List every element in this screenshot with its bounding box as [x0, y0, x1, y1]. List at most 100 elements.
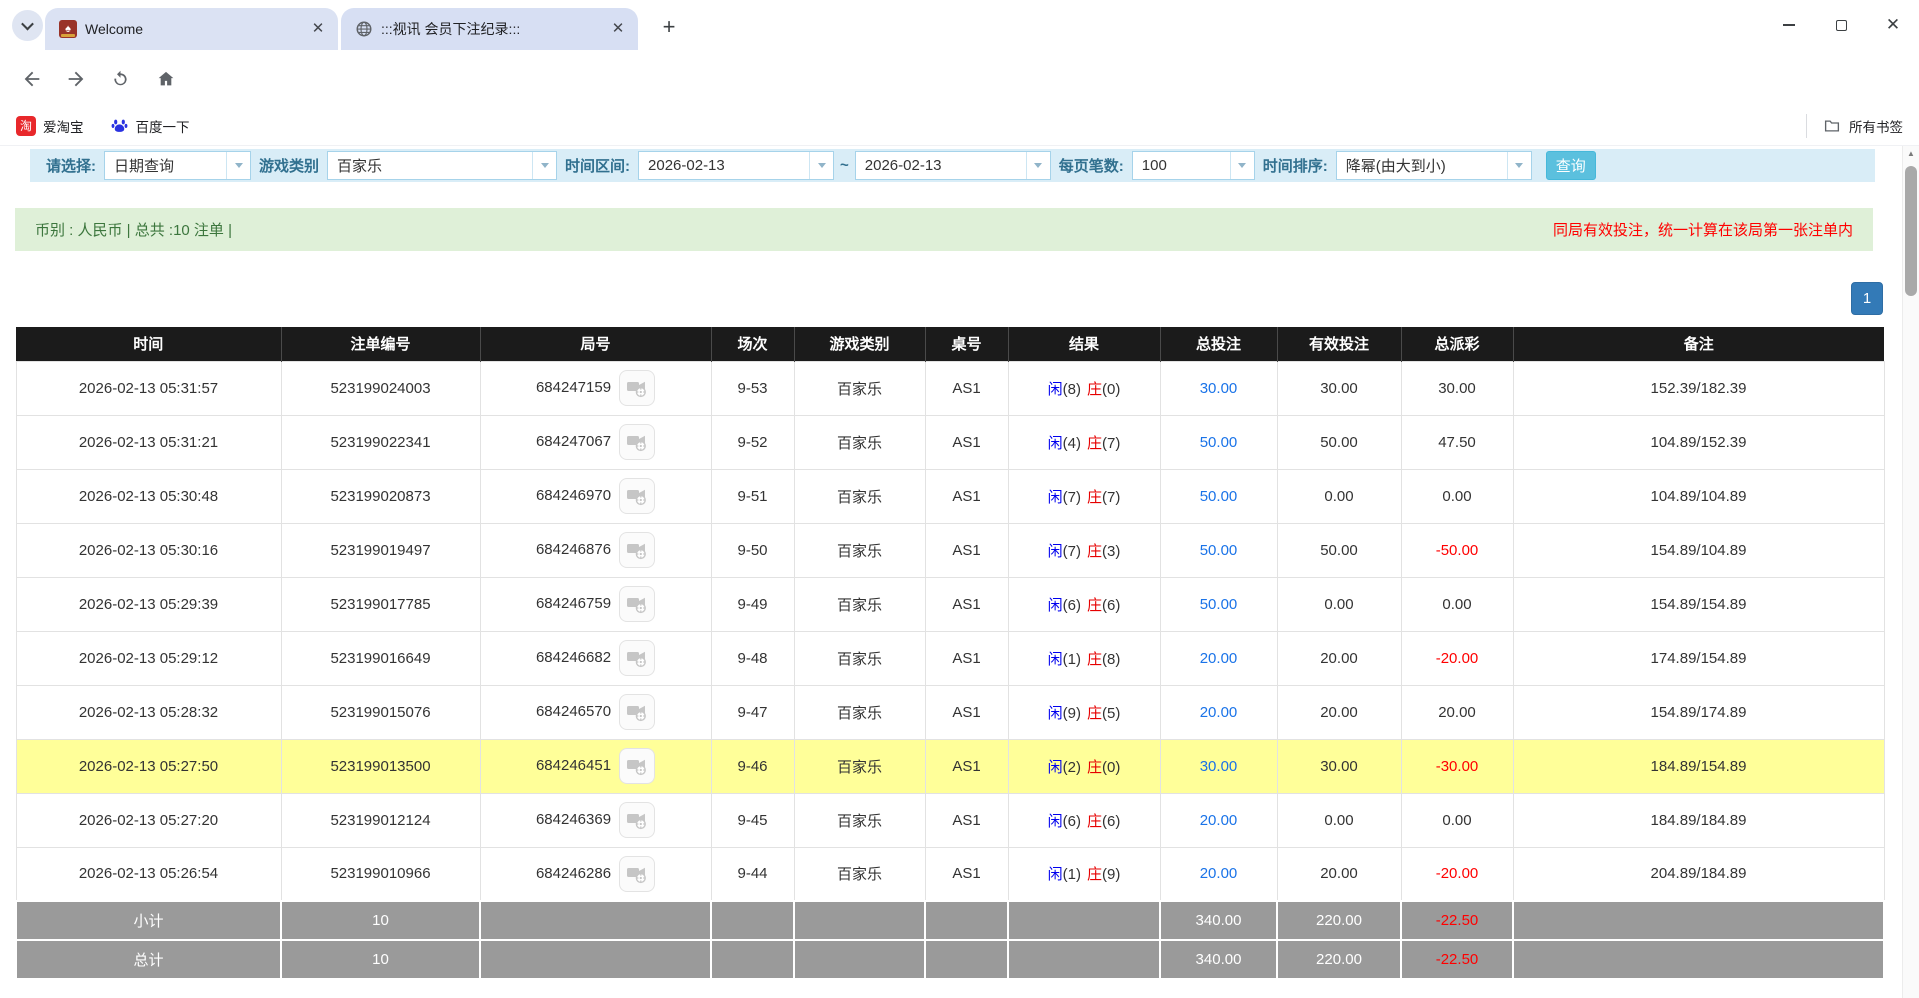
note-cell: 154.89/154.89	[1513, 577, 1884, 631]
total-bet-link[interactable]: 50.00	[1200, 596, 1238, 613]
header-note: 备注	[1513, 327, 1884, 361]
bookmark-baidu[interactable]: 百度一下	[110, 116, 190, 136]
time-cell: 2026-02-13 05:26:54	[16, 847, 281, 901]
subtotal-count: 10	[281, 901, 480, 940]
tab-close-icon[interactable]: ✕	[308, 19, 328, 39]
query-type-select[interactable]: 日期查询	[104, 151, 251, 180]
banker-result-label: 庄	[1087, 651, 1102, 668]
total-bet-link[interactable]: 20.00	[1200, 812, 1238, 829]
query-type-value: 日期查询	[105, 155, 226, 176]
video-replay-button[interactable]	[619, 802, 655, 838]
payout-cell: 47.50	[1401, 415, 1513, 469]
all-bookmarks-label: 所有书签	[1849, 116, 1903, 136]
total-bet-link[interactable]: 30.00	[1200, 758, 1238, 775]
scroll-up-icon[interactable]: ▲	[1903, 149, 1919, 158]
video-replay-button[interactable]	[619, 370, 655, 406]
payout-cell: 0.00	[1401, 577, 1513, 631]
player-result-value: (4)	[1063, 435, 1081, 452]
player-result-label: 闲	[1048, 651, 1063, 668]
video-camera-icon	[625, 376, 649, 400]
total-bet-cell: 50.00	[1160, 577, 1277, 631]
banker-result-label: 庄	[1087, 813, 1102, 830]
note-cell: 184.89/184.89	[1513, 793, 1884, 847]
close-button[interactable]: ✕	[1867, 0, 1919, 50]
video-replay-button[interactable]	[619, 748, 655, 784]
page-1-button[interactable]: 1	[1851, 282, 1883, 315]
total-bet-link[interactable]: 50.00	[1200, 434, 1238, 451]
round-id-value: 684247159	[536, 379, 611, 396]
maximize-button[interactable]	[1815, 0, 1867, 50]
session-cell: 9-46	[711, 739, 794, 793]
tab-search-button[interactable]	[12, 10, 43, 41]
bet-id-cell: 523199024003	[281, 361, 480, 415]
sort-label: 时间排序:	[1263, 155, 1328, 176]
table-row: 2026-02-13 05:30:16 523199019497 6842468…	[16, 523, 1884, 577]
banker-result-value: (9)	[1102, 866, 1120, 883]
result-cell: 闲(7)庄(7)	[1008, 469, 1160, 523]
page-size-select[interactable]: 100	[1132, 151, 1255, 180]
bookmark-aitaobao[interactable]: 淘 爱淘宝	[16, 116, 84, 136]
bet-id-cell: 523199019497	[281, 523, 480, 577]
scrollbar-thumb[interactable]	[1905, 166, 1917, 296]
video-replay-button[interactable]	[619, 478, 655, 514]
player-result-label: 闲	[1048, 597, 1063, 614]
round-id-cell: 684247159	[480, 361, 711, 415]
tab-welcome[interactable]: ♠ Welcome ✕	[45, 8, 338, 50]
result-cell: 闲(6)庄(6)	[1008, 793, 1160, 847]
minimize-button[interactable]	[1763, 0, 1815, 50]
tab-close-icon[interactable]: ✕	[608, 19, 628, 39]
date-from-select[interactable]: 2026-02-13	[638, 151, 834, 180]
payout-cell: 20.00	[1401, 685, 1513, 739]
time-cell: 2026-02-13 05:27:50	[16, 739, 281, 793]
bet-id-cell: 523199015076	[281, 685, 480, 739]
total-bet-link[interactable]: 50.00	[1200, 542, 1238, 559]
bet-id-cell: 523199013500	[281, 739, 480, 793]
filter-bar: 请选择: 日期查询 游戏类别 百家乐 时间区间: 2026-02-13 ~ 20…	[30, 149, 1875, 182]
video-replay-button[interactable]	[619, 532, 655, 568]
page-content: 请选择: 日期查询 游戏类别 百家乐 时间区间: 2026-02-13 ~ 20…	[0, 146, 1919, 998]
valid-bet-notice: 同局有效投注，统一计算在该局第一张注单内	[1553, 219, 1853, 240]
banker-result-label: 庄	[1087, 489, 1102, 506]
vertical-scrollbar[interactable]: ▲	[1902, 146, 1919, 998]
back-button[interactable]	[16, 63, 48, 95]
reload-button[interactable]	[104, 63, 136, 95]
game-type-select[interactable]: 百家乐	[327, 151, 557, 180]
payout-cell: 0.00	[1401, 469, 1513, 523]
baidu-paw-icon	[110, 116, 129, 135]
video-replay-button[interactable]	[619, 586, 655, 622]
query-button[interactable]: 查询	[1546, 151, 1596, 180]
time-cell: 2026-02-13 05:28:32	[16, 685, 281, 739]
player-result-value: (8)	[1063, 381, 1081, 398]
table-row: 2026-02-13 05:29:39 523199017785 6842467…	[16, 577, 1884, 631]
video-replay-button[interactable]	[619, 424, 655, 460]
result-cell: 闲(2)庄(0)	[1008, 739, 1160, 793]
tab-betrecord[interactable]: :::视讯 会员下注纪录::: ✕	[341, 8, 638, 50]
page-size-value: 100	[1133, 157, 1230, 174]
sort-select[interactable]: 降幂(由大到小)	[1336, 151, 1532, 180]
total-bet-link[interactable]: 20.00	[1200, 704, 1238, 721]
table-no-cell: AS1	[925, 847, 1008, 901]
video-replay-button[interactable]	[619, 856, 655, 892]
new-tab-button[interactable]: +	[655, 14, 683, 42]
round-id-cell: 684246682	[480, 631, 711, 685]
total-bet-link[interactable]: 50.00	[1200, 488, 1238, 505]
session-cell: 9-53	[711, 361, 794, 415]
round-id-cell: 684246286	[480, 847, 711, 901]
game-type-cell: 百家乐	[794, 523, 925, 577]
tab-title: Welcome	[85, 21, 300, 37]
note-cell: 204.89/184.89	[1513, 847, 1884, 901]
time-cell: 2026-02-13 05:29:12	[16, 631, 281, 685]
all-bookmarks-button[interactable]: 所有书签	[1806, 114, 1903, 138]
total-label: 总计	[16, 940, 281, 979]
total-bet-link[interactable]: 30.00	[1200, 380, 1238, 397]
header-round-id: 局号	[480, 327, 711, 361]
video-replay-button[interactable]	[619, 694, 655, 730]
table-row: 2026-02-13 05:29:12 523199016649 6842466…	[16, 631, 1884, 685]
date-to-select[interactable]: 2026-02-13	[855, 151, 1051, 180]
total-bet-link[interactable]: 20.00	[1200, 650, 1238, 667]
video-replay-button[interactable]	[619, 640, 655, 676]
total-bet-link[interactable]: 20.00	[1200, 865, 1238, 882]
banker-result-label: 庄	[1087, 543, 1102, 560]
forward-button[interactable]	[60, 63, 92, 95]
home-button[interactable]	[150, 63, 182, 95]
